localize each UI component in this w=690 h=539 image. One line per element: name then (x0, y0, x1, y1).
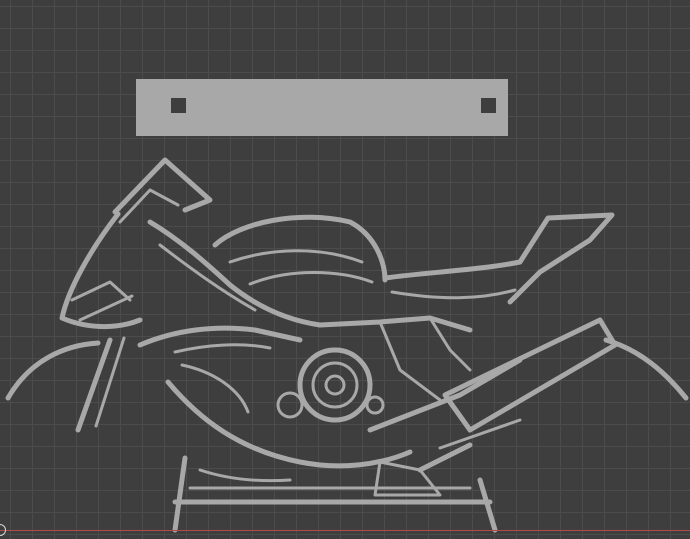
design-canvas[interactable] (0, 0, 690, 539)
canvas-bottom-boundary (0, 530, 690, 531)
bracket-hole-left (171, 98, 186, 113)
motorcycle-outline-icon[interactable] (5, 157, 689, 533)
mounting-bracket[interactable] (136, 79, 508, 136)
bracket-hole-right (481, 98, 496, 113)
artwork-layer (5, 79, 689, 533)
